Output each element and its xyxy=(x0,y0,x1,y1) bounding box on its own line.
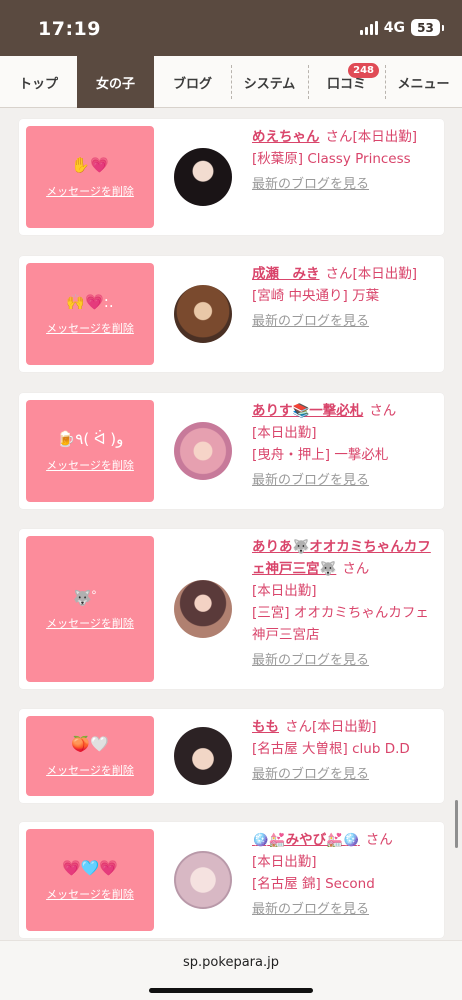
message-emoji: 🐺゜ xyxy=(73,588,107,607)
avatar[interactable] xyxy=(174,580,232,638)
tab-system[interactable]: システム xyxy=(231,56,308,108)
network-type: 4G xyxy=(383,19,405,36)
status-bar: 17:19 4G 53 xyxy=(0,0,462,56)
message-card: 🍺٩( ᐛ )و メッセージを削除 ありす📚一撃必札 さん [本日出勤] [曳舟・… xyxy=(19,393,444,509)
latest-blog-link[interactable]: 最新のブログを見る xyxy=(252,470,432,492)
status-time: 17:19 xyxy=(38,18,101,40)
honorific: さん xyxy=(365,832,393,848)
delete-message-button[interactable]: ✋💗 メッセージを削除 xyxy=(26,126,154,228)
tab-blog-label: ブログ xyxy=(172,76,212,92)
girl-name-link[interactable]: 🪩💒みやび💒🪩 xyxy=(252,832,360,848)
shop-location: [名古屋 錦] Second xyxy=(252,876,375,892)
battery-icon: 53 xyxy=(411,19,444,36)
shop-location: [曳舟・押上] 一撃必札 xyxy=(252,447,389,463)
honorific: さん xyxy=(342,561,370,577)
delete-message-label: メッセージを削除 xyxy=(46,764,134,777)
message-card: 🍑🤍 メッセージを削除 もも さん[本日出勤] [名古屋 大曽根] club D.… xyxy=(19,709,444,803)
girl-name-link[interactable]: 成瀬 みき xyxy=(252,266,320,282)
main-nav: トップ 女の子 ブログ システム 口コミ 248 メニュー xyxy=(0,56,462,108)
delete-message-button[interactable]: 🙌💗:. メッセージを削除 xyxy=(26,263,154,365)
tab-girls[interactable]: 女の子 xyxy=(77,56,154,108)
work-status: [本日出勤] xyxy=(252,854,317,870)
girl-info: 🪩💒みやび💒🪩 さん [本日出勤] [名古屋 錦] Second 最新のブログを見… xyxy=(252,829,432,921)
girl-name-link[interactable]: ありす📚一撃必札 xyxy=(252,403,363,419)
reviews-count-badge: 248 xyxy=(348,63,379,78)
latest-blog-link[interactable]: 最新のブログを見る xyxy=(252,764,432,786)
work-status: [本日出勤] xyxy=(252,583,317,599)
tab-menu[interactable]: メニュー xyxy=(385,56,462,108)
delete-message-label: メッセージを削除 xyxy=(46,459,134,472)
latest-blog-link[interactable]: 最新のブログを見る xyxy=(252,311,432,333)
delete-message-button[interactable]: 🍺٩( ᐛ )و メッセージを削除 xyxy=(26,400,154,502)
delete-message-button[interactable]: 🍑🤍 メッセージを削除 xyxy=(26,716,154,796)
status-indicators: 4G 53 xyxy=(359,19,444,36)
tab-menu-label: メニュー xyxy=(397,76,450,92)
url-text[interactable]: sp.pokepara.jp xyxy=(0,955,462,970)
delete-message-label: メッセージを削除 xyxy=(46,322,134,335)
avatar[interactable] xyxy=(174,727,232,785)
message-card: ✋💗 メッセージを削除 めえちゃん さん[本日出勤] [秋葉原] Classy P… xyxy=(19,119,444,235)
delete-message-button[interactable]: 💗🩵💗 メッセージを削除 xyxy=(26,829,154,931)
honorific: さん xyxy=(325,129,353,145)
honorific: さん xyxy=(325,266,353,282)
shop-location: [三宮] オオカミちゃんカフェ神戸三宮店 xyxy=(252,605,429,643)
girl-info: もも さん[本日出勤] [名古屋 大曽根] club D.D 最新のブログを見る xyxy=(252,716,432,786)
girl-info: 成瀬 みき さん[本日出勤] [宮崎 中央通り] 万葉 最新のブログを見る xyxy=(252,263,432,333)
avatar[interactable] xyxy=(174,422,232,480)
latest-blog-link[interactable]: 最新のブログを見る xyxy=(252,174,432,196)
shop-location: [秋葉原] Classy Princess xyxy=(252,151,411,167)
message-card: 🙌💗:. メッセージを削除 成瀬 みき さん[本日出勤] [宮崎 中央通り] 万葉… xyxy=(19,256,444,372)
delete-message-label: メッセージを削除 xyxy=(46,185,134,198)
message-emoji: ✋💗 xyxy=(71,156,109,174)
message-card: 💗🩵💗 メッセージを削除 🪩💒みやび💒🪩 さん [本日出勤] [名古屋 錦] Se… xyxy=(19,822,444,938)
latest-blog-link[interactable]: 最新のブログを見る xyxy=(252,650,432,672)
shop-location: [名古屋 大曽根] club D.D xyxy=(252,741,410,757)
tab-girls-label: 女の子 xyxy=(95,76,135,92)
girl-name-link[interactable]: もも xyxy=(252,719,279,735)
delete-message-label: メッセージを削除 xyxy=(46,617,134,630)
girl-info: ありあ🐺オオカミちゃんカフェ神戸三宮🐺 さん [本日出勤] [三宮] オオカミちゃ… xyxy=(252,536,432,672)
work-status: [本日出勤] xyxy=(252,425,317,441)
girl-info: ありす📚一撃必札 さん [本日出勤] [曳舟・押上] 一撃必札 最新のブログを見る xyxy=(252,400,432,492)
shop-location: [宮崎 中央通り] 万葉 xyxy=(252,288,380,304)
home-indicator[interactable] xyxy=(149,988,313,993)
tab-blog[interactable]: ブログ xyxy=(154,56,231,108)
delete-message-button[interactable]: 🐺゜ メッセージを削除 xyxy=(26,536,154,682)
avatar[interactable] xyxy=(174,851,232,909)
tab-top[interactable]: トップ xyxy=(0,56,77,108)
avatar[interactable] xyxy=(174,148,232,206)
work-status: [本日出勤] xyxy=(312,719,377,735)
scrollbar[interactable] xyxy=(455,800,458,848)
honorific: さん xyxy=(369,403,397,419)
tab-reviews[interactable]: 口コミ 248 xyxy=(308,56,385,108)
tab-top-label: トップ xyxy=(18,76,58,92)
delete-message-label: メッセージを削除 xyxy=(46,888,134,901)
message-emoji: 🍺٩( ᐛ )و xyxy=(56,430,124,448)
work-status: [本日出勤] xyxy=(352,266,418,282)
honorific: さん xyxy=(285,719,312,735)
message-emoji: 🙌💗:. xyxy=(66,293,114,311)
girl-name-link[interactable]: めえちゃん xyxy=(252,129,320,145)
latest-blog-link[interactable]: 最新のブログを見る xyxy=(252,899,432,921)
message-card: 🐺゜ メッセージを削除 ありあ🐺オオカミちゃんカフェ神戸三宮🐺 さん [本日出勤]… xyxy=(19,529,444,689)
browser-address-bar[interactable]: sp.pokepara.jp xyxy=(0,940,462,1000)
work-status: [本日出勤] xyxy=(352,129,418,145)
girl-info: めえちゃん さん[本日出勤] [秋葉原] Classy Princess 最新のブ… xyxy=(252,126,432,196)
signal-icon xyxy=(359,20,378,35)
avatar[interactable] xyxy=(174,285,232,343)
message-emoji: 🍑🤍 xyxy=(71,735,109,753)
tab-system-label: システム xyxy=(243,76,296,92)
message-emoji: 💗🩵💗 xyxy=(61,859,119,877)
